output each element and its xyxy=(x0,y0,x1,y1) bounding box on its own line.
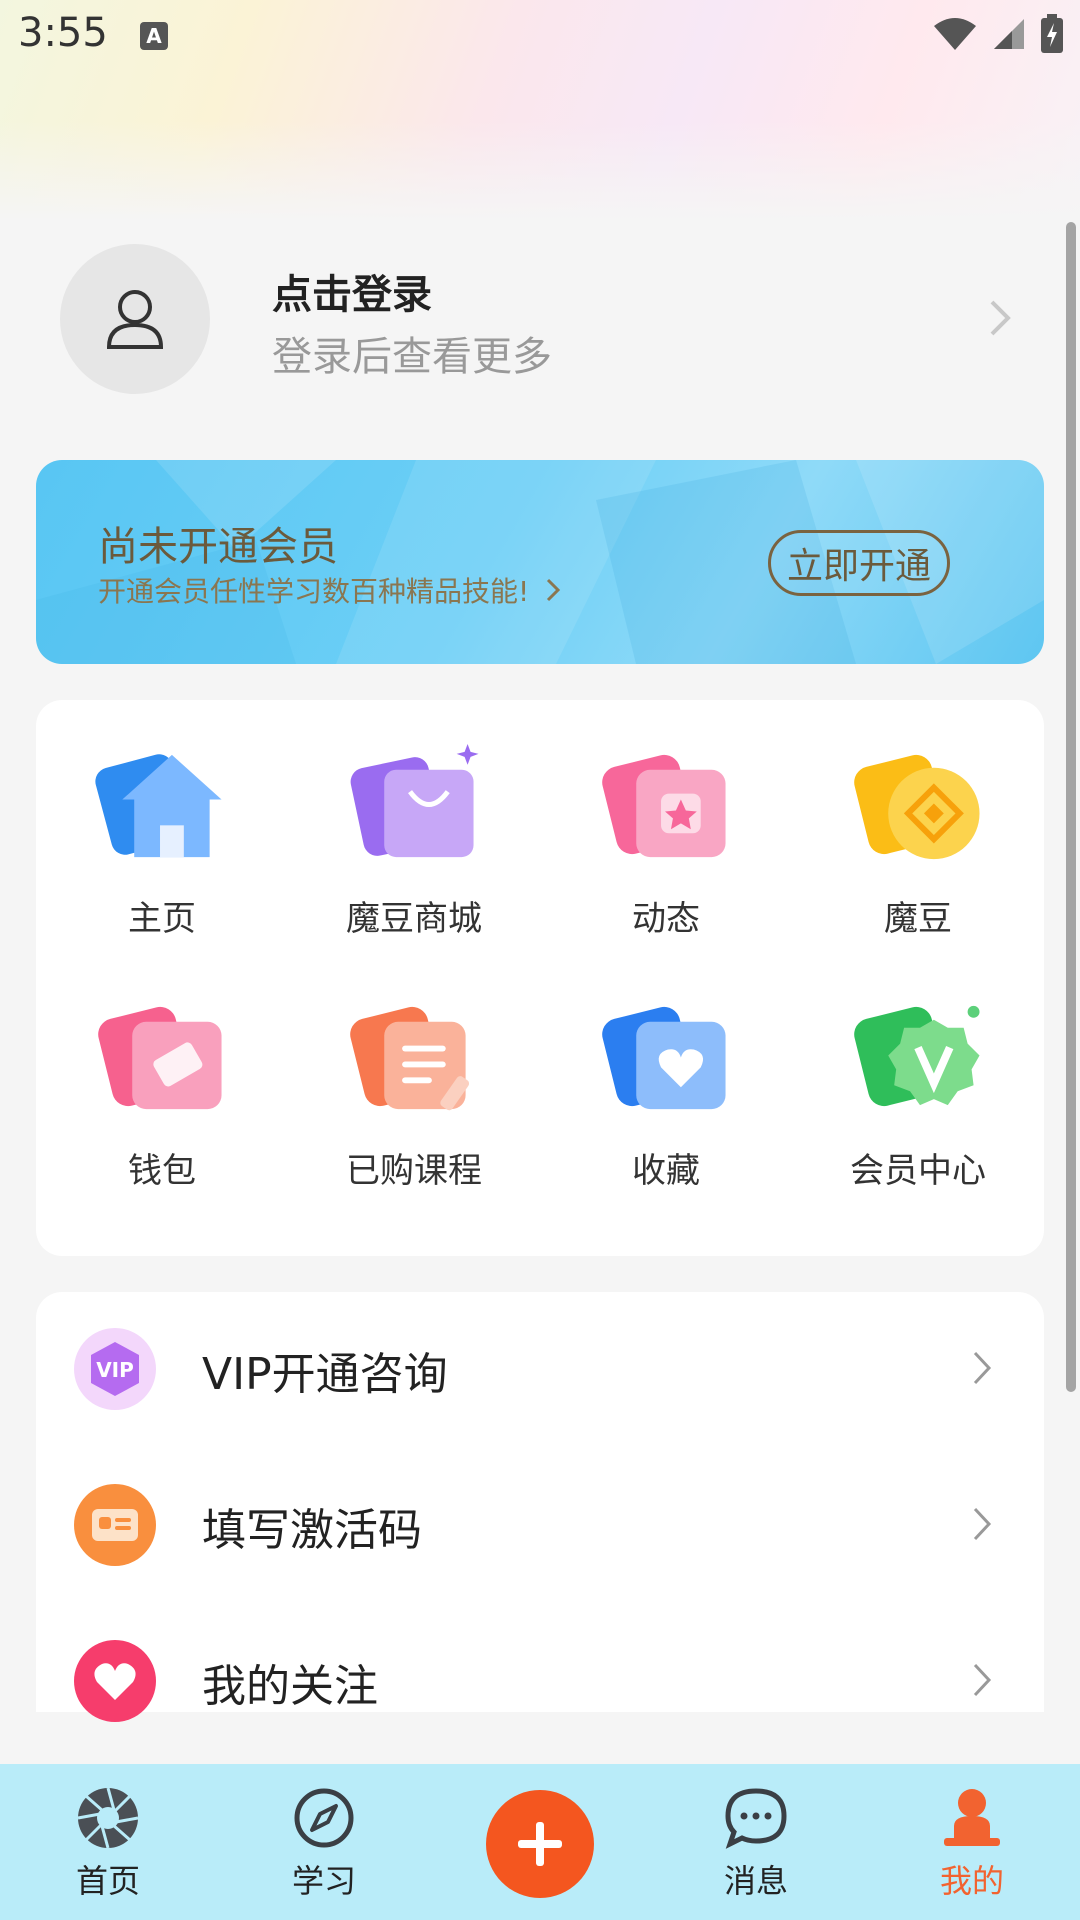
shopping-bag-icon xyxy=(350,743,479,858)
grid-label: 钱包 xyxy=(128,1151,196,1191)
list-item-activation-code[interactable]: 填写激活码 xyxy=(36,1448,1044,1598)
chevron-right-icon xyxy=(990,300,1011,336)
list-label: 我的关注 xyxy=(202,1661,378,1712)
banner-subtitle: 开通会员任性学习数百种精品技能! xyxy=(98,570,561,610)
compass-icon xyxy=(294,1788,354,1848)
grid-label: 动态 xyxy=(632,899,700,939)
vip-icon: VIP xyxy=(74,1328,156,1410)
grid-label: 已购课程 xyxy=(346,1151,482,1191)
grid-label: 主页 xyxy=(128,899,196,939)
tab-label: 消息 xyxy=(723,1862,788,1900)
id-card-icon xyxy=(74,1484,156,1566)
grid-item-vip-center[interactable]: 会员中心 xyxy=(818,992,1018,1192)
battery-icon xyxy=(1041,14,1063,53)
coin-icon xyxy=(854,754,980,860)
tab-label: 学习 xyxy=(291,1862,356,1900)
grid-label: 魔豆商城 xyxy=(346,899,482,939)
vip-hexagon-icon: VIP xyxy=(91,1342,139,1396)
cell-signal-icon xyxy=(994,19,1024,49)
list-label: 填写激活码 xyxy=(202,1505,422,1556)
avatar[interactable] xyxy=(60,244,210,394)
grid-label: 会员中心 xyxy=(850,1151,986,1191)
member-banner[interactable]: 尚未开通会员 开通会员任性学习数百种精品技能! 立即开通 xyxy=(36,460,1044,664)
plus-icon xyxy=(518,1822,562,1866)
bottom-navigation: 首页 学习 消息 我的 xyxy=(0,1764,1080,1920)
vip-icon-text: VIP xyxy=(96,1358,134,1382)
banner-subtitle-text: 开通会员任性学习数百种精品技能! xyxy=(98,575,530,608)
tab-mine[interactable]: 我的 xyxy=(902,1786,1042,1902)
scrollbar[interactable] xyxy=(1066,222,1076,1392)
grid-item-shop[interactable]: 魔豆商城 xyxy=(314,740,514,940)
banner-title: 尚未开通会员 xyxy=(98,524,338,570)
chevron-right-icon xyxy=(973,1507,992,1541)
grid-item-home[interactable]: 主页 xyxy=(62,740,262,940)
feature-grid: 主页 魔豆商城 动态 魔豆 钱包 已购课程 收藏 会员中心 xyxy=(36,700,1044,1256)
heart-glyph xyxy=(94,1663,136,1700)
tab-label: 我的 xyxy=(939,1862,1004,1900)
heart-icon xyxy=(74,1640,156,1722)
grid-item-favorites[interactable]: 收藏 xyxy=(566,992,766,1192)
home-icon xyxy=(95,754,222,858)
profile-section[interactable]: 点击登录 登录后查看更多 xyxy=(0,240,1060,400)
tab-label: 首页 xyxy=(75,1862,140,1900)
chevron-right-icon xyxy=(973,1351,992,1385)
tab-messages[interactable]: 消息 xyxy=(686,1786,826,1902)
menu-list: VIP VIP开通咨询 填写激活码 我的关注 xyxy=(36,1292,1044,1722)
vip-badge-icon xyxy=(854,1005,980,1107)
grid-item-wallet[interactable]: 钱包 xyxy=(62,992,262,1192)
chevron-right-icon xyxy=(547,578,561,602)
aperture-icon xyxy=(77,1787,139,1849)
star-card-icon xyxy=(602,754,726,858)
list-item-my-follows[interactable]: 我的关注 xyxy=(36,1604,1044,1754)
person-icon xyxy=(944,1789,1000,1846)
grid-label: 收藏 xyxy=(632,1151,700,1191)
grid-item-coins[interactable]: 魔豆 xyxy=(818,740,1018,940)
login-subtitle: 登录后查看更多 xyxy=(272,334,552,380)
activate-button[interactable]: 立即开通 xyxy=(768,530,950,596)
heart-card-icon xyxy=(602,1006,726,1110)
ticket-icon xyxy=(98,1006,222,1110)
chat-bubble-icon xyxy=(725,1788,787,1849)
wifi-icon xyxy=(934,18,976,50)
user-icon xyxy=(106,290,164,349)
grid-item-feed[interactable]: 动态 xyxy=(566,740,766,940)
chevron-right-icon xyxy=(973,1663,992,1697)
list-label: VIP开通咨询 xyxy=(202,1349,448,1400)
notification-a-icon: A xyxy=(140,22,168,50)
document-icon xyxy=(350,1006,470,1111)
add-button[interactable] xyxy=(486,1790,594,1898)
status-time: 3:55 xyxy=(18,10,108,56)
tab-study[interactable]: 学习 xyxy=(254,1786,394,1902)
list-item-vip-consult[interactable]: VIP VIP开通咨询 xyxy=(36,1292,1044,1442)
card-glyph xyxy=(92,1509,138,1541)
login-title[interactable]: 点击登录 xyxy=(272,262,432,320)
grid-label: 魔豆 xyxy=(884,899,952,939)
grid-item-courses[interactable]: 已购课程 xyxy=(314,992,514,1192)
status-bar: 3:55 A xyxy=(0,0,1080,70)
tab-home[interactable]: 首页 xyxy=(38,1786,178,1902)
